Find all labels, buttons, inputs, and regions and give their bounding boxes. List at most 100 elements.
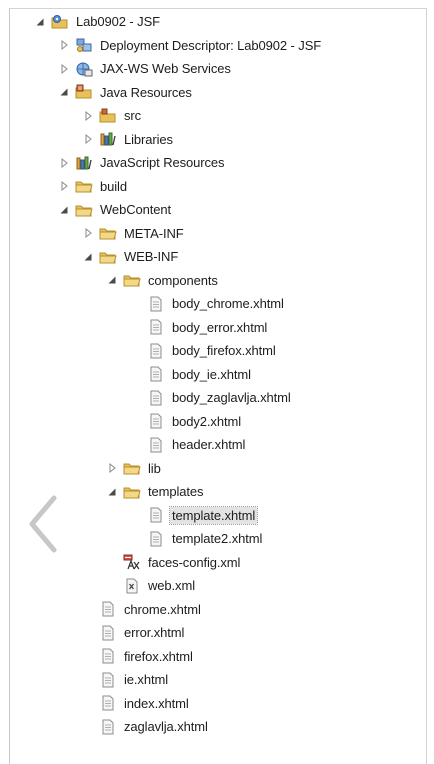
tree-item-label: templates	[148, 484, 204, 500]
tree-item[interactable]: body_firefox.xhtml	[0, 339, 434, 363]
tree-item[interactable]: zaglavlja.xhtml	[0, 715, 434, 739]
tree-item-label: chrome.xhtml	[124, 601, 201, 617]
tree-item[interactable]: template.xhtml	[0, 504, 434, 528]
tree-item[interactable]: Lab0902 - JSF	[0, 10, 434, 34]
xhtml-file-icon	[99, 695, 117, 711]
tree-item-label: lib	[148, 460, 161, 476]
collapse-arrow-icon[interactable]	[82, 251, 94, 263]
tree-item-label: Deployment Descriptor: Lab0902 - JSF	[100, 37, 322, 53]
tree-item-label: template.xhtml	[168, 505, 259, 525]
tree-item[interactable]: templates	[0, 480, 434, 504]
folder-icon	[123, 484, 141, 500]
tree-item[interactable]: body_error.xhtml	[0, 316, 434, 340]
tree-item-label: body2.xhtml	[172, 413, 241, 429]
tree-item[interactable]: Libraries	[0, 128, 434, 152]
xhtml-file-icon	[147, 390, 165, 406]
tree-item-label: header.xhtml	[172, 437, 246, 453]
project-tree: Lab0902 - JSF Deployment Descriptor: Lab0…	[0, 10, 434, 739]
tree-item[interactable]: JavaScript Resources	[0, 151, 434, 175]
tree-item-label: WEB-INF	[124, 249, 179, 265]
tree-item-label: web.xml	[148, 578, 195, 594]
xhtml-file-icon	[99, 625, 117, 641]
tree-item-label: template2.xhtml	[172, 531, 263, 547]
javascript-resources-icon	[75, 155, 93, 171]
xhtml-file-icon	[147, 366, 165, 382]
collapse-arrow-icon[interactable]	[58, 86, 70, 98]
faces-config-icon	[123, 554, 141, 570]
expand-arrow-icon[interactable]	[82, 110, 94, 122]
folder-icon	[75, 178, 93, 194]
xhtml-file-icon	[147, 343, 165, 359]
tree-item-label: components	[148, 272, 218, 288]
tree-item[interactable]: WebContent	[0, 198, 434, 222]
tree-item-label: ie.xhtml	[124, 672, 168, 688]
xhtml-file-icon	[147, 413, 165, 429]
xhtml-file-icon	[99, 719, 117, 735]
folder-icon	[123, 460, 141, 476]
collapse-arrow-icon[interactable]	[106, 274, 118, 286]
tree-item[interactable]: firefox.xhtml	[0, 645, 434, 669]
tree-item[interactable]: index.xhtml	[0, 692, 434, 716]
tree-item[interactable]: JAX-WS Web Services	[0, 57, 434, 81]
collapse-arrow-icon[interactable]	[34, 16, 46, 28]
tree-item[interactable]: Deployment Descriptor: Lab0902 - JSF	[0, 34, 434, 58]
deployment-descriptor-icon	[75, 37, 93, 53]
xhtml-file-icon	[147, 319, 165, 335]
tree-item[interactable]: build	[0, 175, 434, 199]
collapse-arrow-icon[interactable]	[58, 204, 70, 216]
tree-item[interactable]: header.xhtml	[0, 433, 434, 457]
expand-arrow-icon[interactable]	[58, 63, 70, 75]
tree-item[interactable]: body_zaglavlja.xhtml	[0, 386, 434, 410]
tree-item-label: build	[100, 178, 127, 194]
expand-arrow-icon[interactable]	[58, 39, 70, 51]
collapse-arrow-icon[interactable]	[106, 486, 118, 498]
tree-item-label: WebContent	[100, 202, 172, 218]
tree-item-label: index.xhtml	[124, 695, 189, 711]
xhtml-file-icon	[147, 531, 165, 547]
tree-item[interactable]: body2.xhtml	[0, 410, 434, 434]
tree-item[interactable]: lib	[0, 457, 434, 481]
xhtml-file-icon	[99, 672, 117, 688]
folder-icon	[99, 225, 117, 241]
expand-arrow-icon[interactable]	[58, 157, 70, 169]
libraries-icon	[99, 131, 117, 147]
tree-item-label: body_error.xhtml	[172, 319, 268, 335]
tree-item-label: Java Resources	[100, 84, 192, 100]
tree-item-label: JAX-WS Web Services	[100, 61, 231, 77]
tree-item[interactable]: faces-config.xml	[0, 551, 434, 575]
tree-item[interactable]: body_ie.xhtml	[0, 363, 434, 387]
tree-item-label: JavaScript Resources	[100, 155, 225, 171]
xhtml-file-icon	[99, 648, 117, 664]
tree-item-label: src	[124, 108, 142, 124]
xhtml-file-icon	[99, 601, 117, 617]
tree-item[interactable]: error.xhtml	[0, 621, 434, 645]
xhtml-file-icon	[147, 296, 165, 312]
expand-arrow-icon[interactable]	[82, 133, 94, 145]
tree-item[interactable]: chrome.xhtml	[0, 598, 434, 622]
expand-arrow-icon[interactable]	[106, 462, 118, 474]
expand-arrow-icon[interactable]	[58, 180, 70, 192]
tree-item-label: faces-config.xml	[148, 554, 241, 570]
tree-item[interactable]: Java Resources	[0, 81, 434, 105]
tree-item-label: body_firefox.xhtml	[172, 343, 276, 359]
web-services-icon	[75, 61, 93, 77]
tree-item-label: body_zaglavlja.xhtml	[172, 390, 291, 406]
folder-icon	[123, 272, 141, 288]
expand-arrow-icon[interactable]	[82, 227, 94, 239]
tree-item[interactable]: META-INF	[0, 222, 434, 246]
tree-item[interactable]: ie.xhtml	[0, 668, 434, 692]
project-icon	[51, 14, 69, 30]
tree-item[interactable]: template2.xhtml	[0, 527, 434, 551]
tree-item[interactable]: web.xml	[0, 574, 434, 598]
tree-item[interactable]: body_chrome.xhtml	[0, 292, 434, 316]
tree-item-label: body_chrome.xhtml	[172, 296, 284, 312]
tree-item[interactable]: WEB-INF	[0, 245, 434, 269]
xhtml-file-icon	[147, 507, 165, 523]
tree-item-label: firefox.xhtml	[124, 648, 193, 664]
tree-item-label: Lab0902 - JSF	[76, 14, 160, 30]
tree-item-label: zaglavlja.xhtml	[124, 719, 208, 735]
tree-item-label: body_ie.xhtml	[172, 366, 251, 382]
tree-item[interactable]: components	[0, 269, 434, 293]
tree-item-label: error.xhtml	[124, 625, 185, 641]
tree-item[interactable]: src	[0, 104, 434, 128]
